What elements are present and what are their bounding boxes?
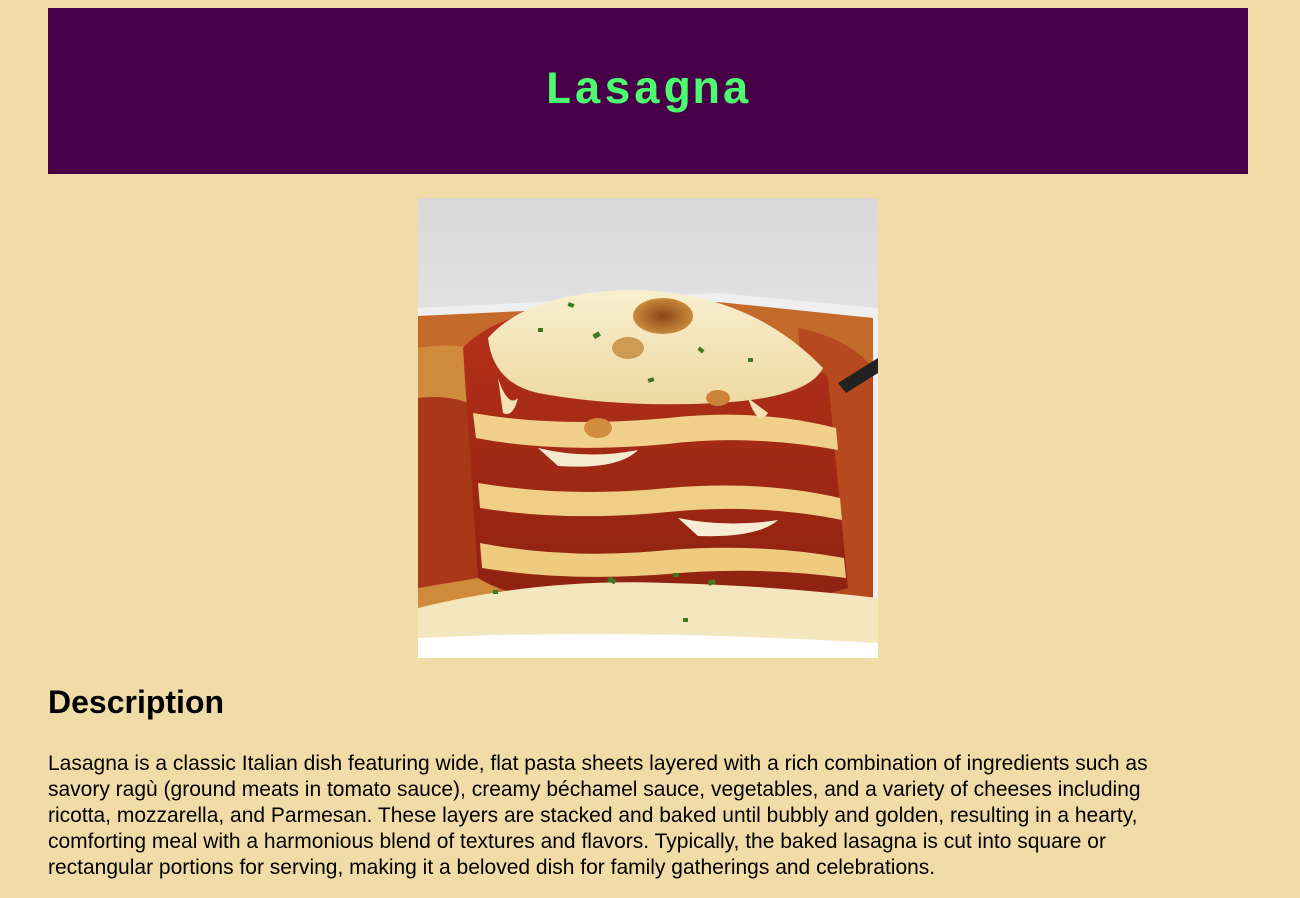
description-heading: Description [48,684,225,720]
description-text: Lasagna is a classic Italian dish featur… [48,752,1148,879]
lasagna-photo [418,198,878,658]
page-title: Lasagna [544,65,752,117]
page-header: Lasagna [48,8,1248,174]
